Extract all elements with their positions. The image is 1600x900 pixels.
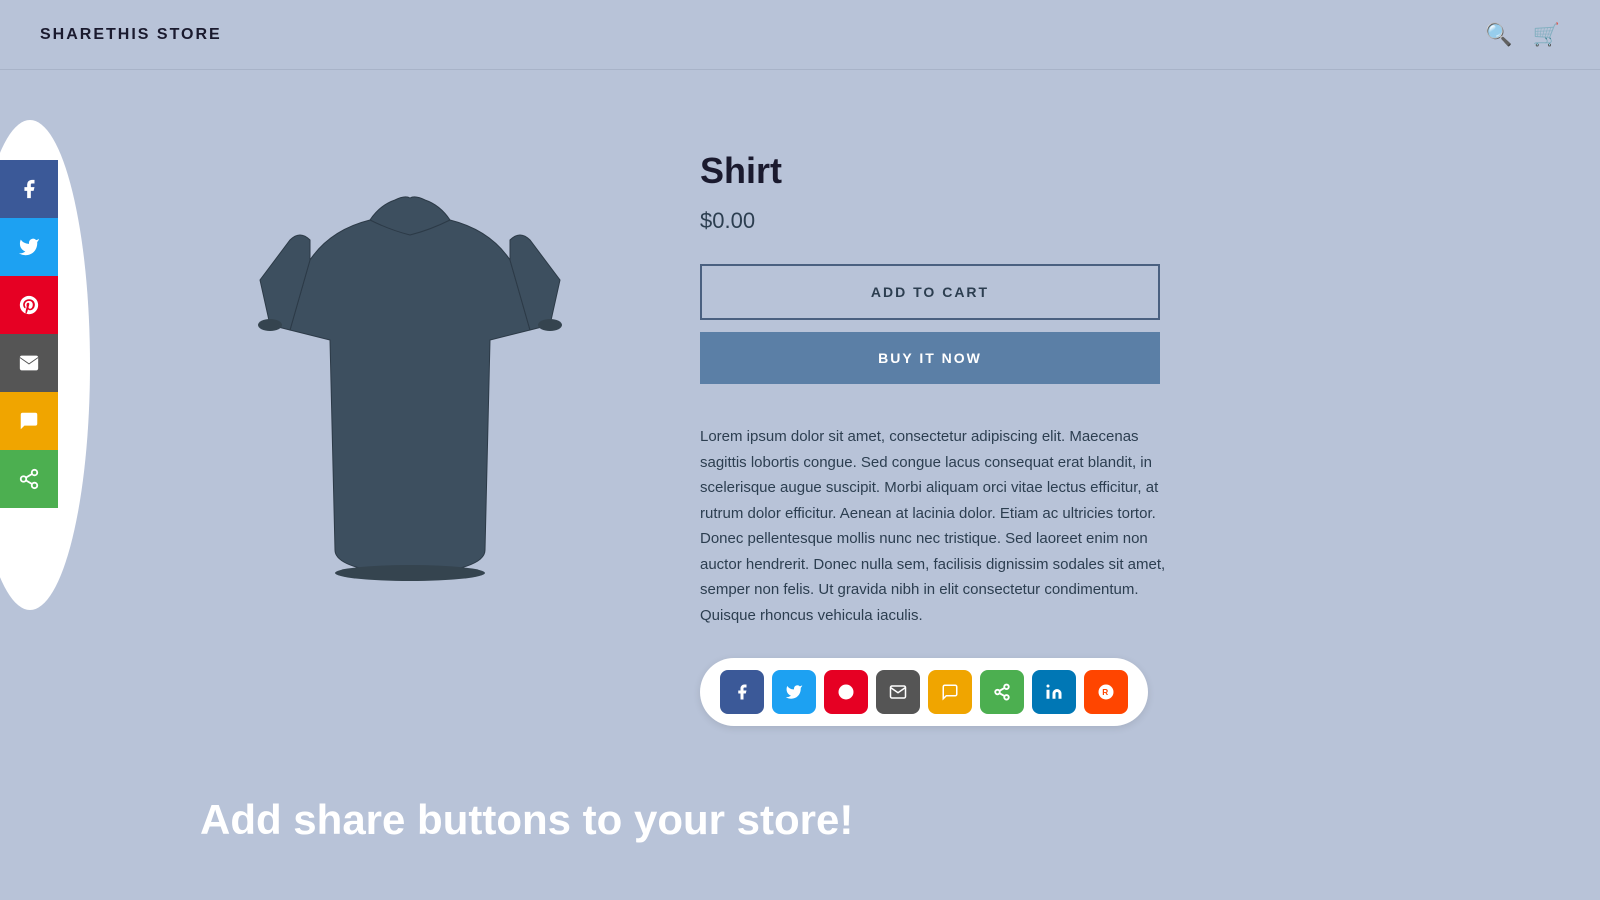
share-linkedin-button[interactable]: [1032, 670, 1076, 714]
search-icon[interactable]: 🔍: [1485, 22, 1512, 48]
product-info: Shirt $0.00 ADD TO CART BUY IT NOW Lorem…: [700, 130, 1400, 726]
cart-icon[interactable]: 🛒: [1533, 22, 1560, 48]
sidebar-email-button[interactable]: [0, 334, 58, 392]
header: SHARETHIS STORE 🔍 🛒: [0, 0, 1600, 70]
header-actions: 🔍 🛒: [1485, 22, 1560, 48]
share-facebook-button[interactable]: [720, 670, 764, 714]
sidebar-pinterest-button[interactable]: [0, 276, 58, 334]
product-title: Shirt: [700, 150, 1400, 192]
sidebar-share-button[interactable]: [0, 450, 58, 508]
main-content: Shirt $0.00 ADD TO CART BUY IT NOW Lorem…: [0, 70, 1600, 766]
footer-banner-text: Add share buttons to your store!: [200, 796, 1400, 844]
footer-banner: Add share buttons to your store!: [0, 766, 1600, 874]
share-buttons-row: P R: [700, 658, 1148, 726]
share-email-button[interactable]: [876, 670, 920, 714]
product-image: [230, 130, 590, 630]
buy-now-button[interactable]: BUY IT NOW: [700, 332, 1160, 384]
product-description: Lorem ipsum dolor sit amet, consectetur …: [700, 424, 1170, 628]
share-pinterest-button[interactable]: P: [824, 670, 868, 714]
share-twitter-button[interactable]: [772, 670, 816, 714]
share-sms-button[interactable]: [928, 670, 972, 714]
sidebar-twitter-button[interactable]: [0, 218, 58, 276]
product-price: $0.00: [700, 208, 1400, 234]
svg-text:P: P: [842, 687, 849, 699]
share-share-button[interactable]: [980, 670, 1024, 714]
sidebar-facebook-button[interactable]: [0, 160, 58, 218]
share-reddit-button[interactable]: R: [1084, 670, 1128, 714]
product-image-area: [200, 130, 620, 726]
svg-text:R: R: [1102, 688, 1108, 697]
sidebar-sms-button[interactable]: [0, 392, 58, 450]
store-logo: SHARETHIS STORE: [40, 26, 222, 44]
add-to-cart-button[interactable]: ADD TO CART: [700, 264, 1160, 320]
social-sidebar: [0, 160, 58, 508]
